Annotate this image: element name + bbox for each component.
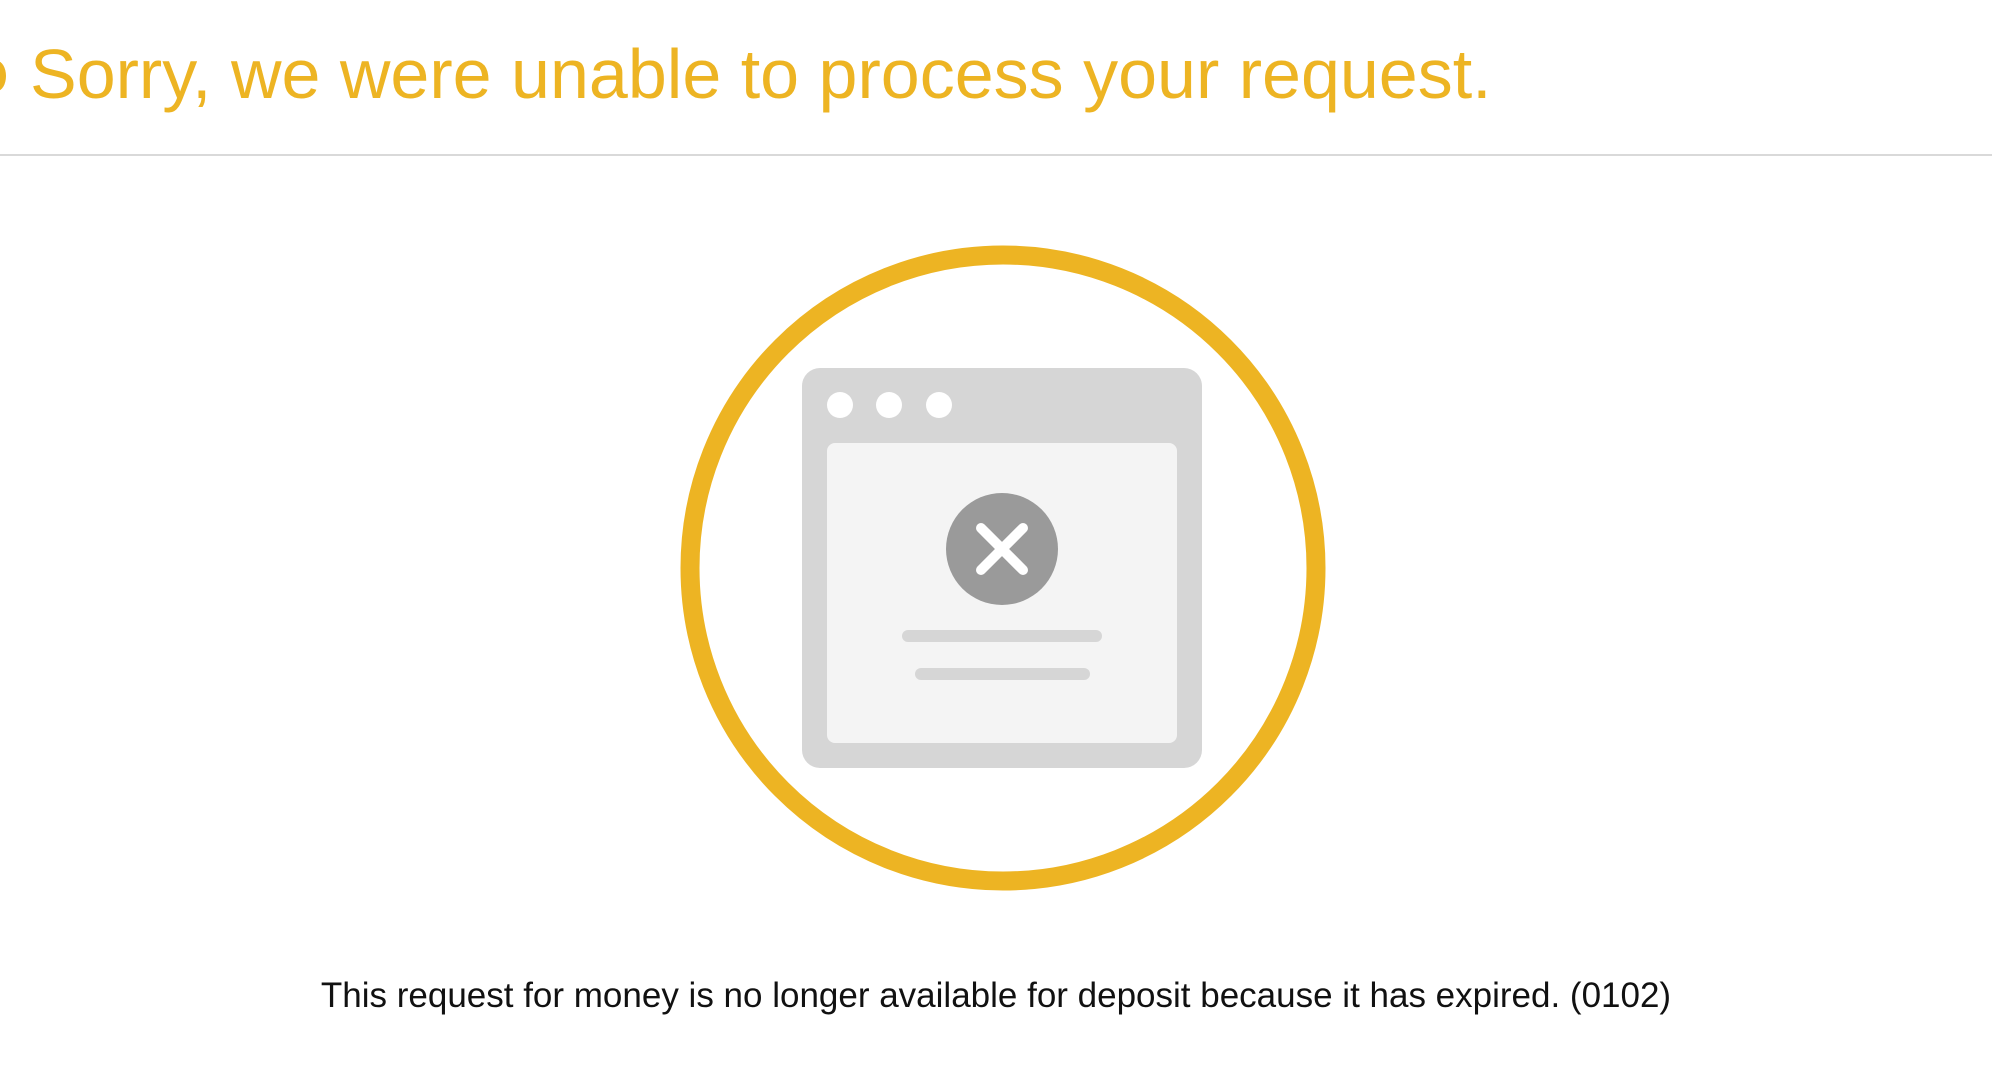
window-dot-1 <box>827 392 853 418</box>
placeholder-line-2 <box>915 668 1090 680</box>
header-bullet-icon <box>0 61 6 91</box>
browser-window-error-icon <box>680 245 1326 891</box>
window-dot-3 <box>926 392 952 418</box>
error-message: This request for money is no longer avai… <box>320 976 1672 1015</box>
page-header: Sorry, we were unable to process your re… <box>0 0 1992 156</box>
placeholder-line-1 <box>902 630 1102 642</box>
page-title: Sorry, we were unable to process your re… <box>30 35 1492 113</box>
window-dot-2 <box>876 392 902 418</box>
error-illustration <box>680 245 1326 891</box>
